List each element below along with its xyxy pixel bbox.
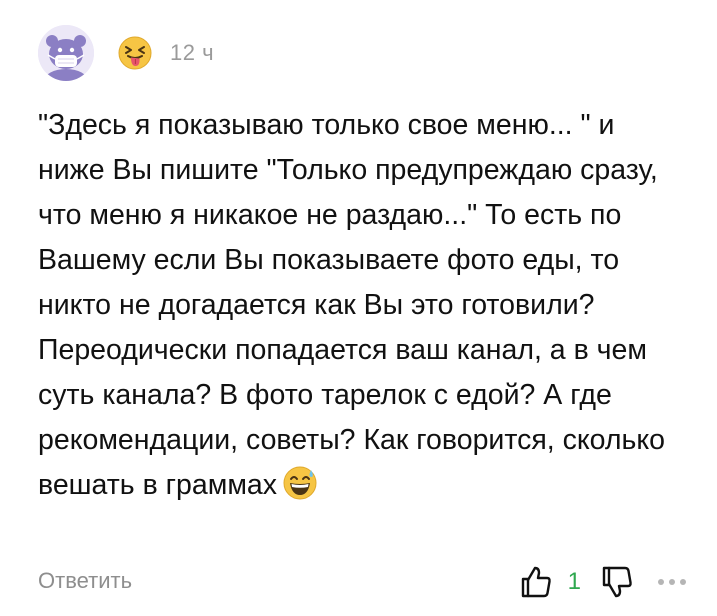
thumbs-up-icon[interactable] [518,564,554,600]
comment-body: "Здесь я показываю только свое меню... "… [38,103,688,508]
reply-button[interactable]: Ответить [38,568,132,594]
grinning-sweat-emoji-icon [283,466,317,500]
comment-header: 12 ч [38,25,214,81]
comment-footer: Ответить 1 [38,562,687,602]
tongue-squint-emoji-icon [118,36,152,70]
comment-card: 12 ч "Здесь я показываю только свое меню… [0,0,717,616]
more-options-icon[interactable] [657,576,687,588]
avatar[interactable] [38,25,94,81]
thumbs-down-icon[interactable] [599,564,635,600]
like-count: 1 [567,568,581,595]
comment-timestamp: 12 ч [170,40,215,65]
comment-text: "Здесь я показываю только свое меню... "… [38,109,665,501]
comment-actions: 1 [518,564,687,600]
